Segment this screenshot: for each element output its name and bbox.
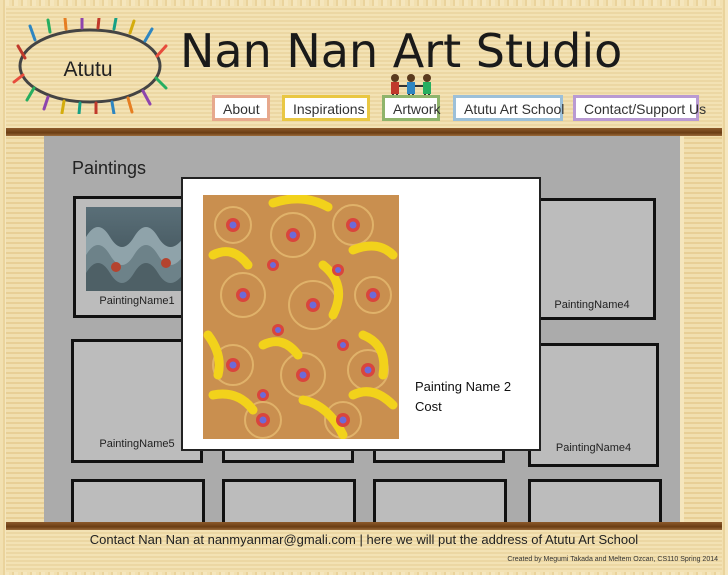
nav-contact-support[interactable]: Contact/Support Us — [573, 95, 706, 121]
nav-about[interactable]: About — [212, 95, 270, 121]
footer-divider — [6, 522, 722, 530]
painting-tile[interactable] — [373, 479, 507, 522]
painting-artwork — [203, 195, 399, 439]
modal-painting-name: Painting Name 2 — [415, 379, 512, 394]
modal-painting-cost: Cost — [415, 399, 442, 414]
section-title: Paintings — [72, 158, 147, 178]
right-border — [684, 136, 722, 522]
nav-atutu-art-school[interactable]: Atutu Art School — [453, 95, 564, 121]
page: Atutu Nan Nan Art Studio About Inspirati… — [0, 0, 728, 575]
tile-caption: PaintingName4 — [555, 442, 632, 454]
thumbnail-waves — [86, 227, 184, 291]
site-title: Nan Nan Art Studio — [180, 24, 623, 78]
painting-thumbnail — [86, 207, 184, 291]
painting-detail-modal[interactable]: Painting Name 2 Cost — [181, 177, 541, 451]
header-divider — [6, 128, 722, 136]
left-border — [6, 136, 44, 522]
tile-caption: PaintingName4 — [554, 299, 630, 311]
nav-artwork[interactable]: Artwork — [382, 95, 440, 121]
painting-tile[interactable]: PaintingName4 — [528, 198, 656, 320]
nav-inspirations[interactable]: Inspirations — [282, 95, 370, 121]
tile-caption: PaintingName1 — [99, 295, 175, 307]
painting-tile[interactable] — [71, 479, 205, 522]
logo-text: Atutu — [63, 58, 113, 81]
painting-tile[interactable] — [222, 479, 356, 522]
painting-image — [203, 195, 399, 439]
footer-credit: Created by Megumi Takada and Meltem Ozca… — [507, 556, 718, 563]
painting-tile[interactable] — [528, 479, 662, 522]
painting-tile[interactable]: PaintingName4 — [528, 343, 659, 467]
footer-contact-text: Contact Nan Nan at nanmyanmar@gmali.com … — [89, 532, 639, 547]
